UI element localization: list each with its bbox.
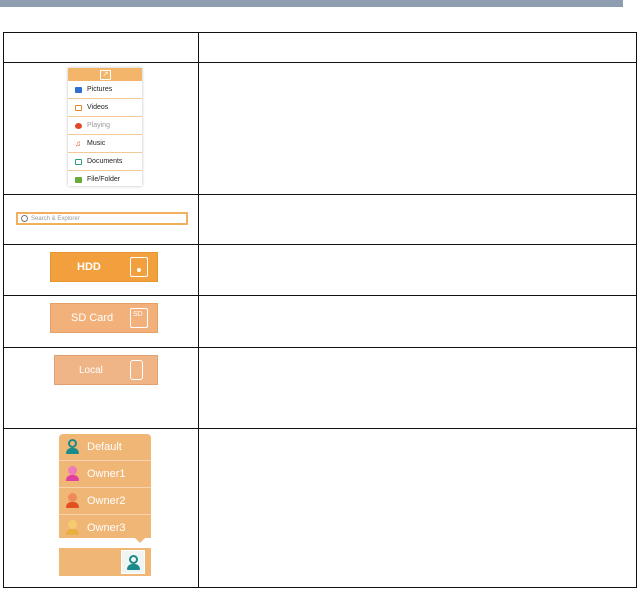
local-button[interactable]: Local (54, 355, 158, 385)
menu-item-documents[interactable]: Documents (68, 153, 142, 171)
profile-item-default[interactable]: Default (59, 434, 151, 461)
menu-item-label: File/Folder (87, 176, 121, 183)
playing-icon (75, 122, 82, 129)
profile-label: Owner1 (87, 468, 126, 480)
table-row: Default Owner1 Owner2 Owner3 (3, 428, 637, 588)
search-input[interactable]: Search & Explorer (16, 212, 188, 225)
description-cell (197, 295, 637, 348)
category-menu: ↗ Pictures Videos Playing ♫ Music Docume… (68, 68, 142, 186)
menu-item-label: Pictures (87, 86, 113, 93)
menu-header: ↗ (68, 68, 142, 81)
description-cell (197, 428, 637, 588)
menu-item-videos[interactable]: Videos (68, 99, 142, 117)
share-icon[interactable]: ↗ (100, 70, 111, 80)
menu-item-music[interactable]: ♫ Music (68, 135, 142, 153)
videos-icon (75, 104, 82, 111)
sd-card-button[interactable]: SD Card SD (50, 303, 158, 333)
current-profile-button[interactable] (121, 550, 145, 574)
menu-item-file-folder[interactable]: File/Folder (68, 171, 142, 188)
avatar-icon (66, 493, 79, 509)
local-label: Local (79, 364, 103, 376)
table-header-row (3, 32, 637, 63)
header-cell-icon (3, 32, 199, 63)
profile-list: Default Owner1 Owner2 Owner3 (59, 434, 151, 538)
popover-pointer (135, 538, 145, 543)
menu-item-pictures[interactable]: Pictures (68, 81, 142, 99)
profile-switch-bar (59, 548, 151, 576)
avatar-icon (66, 439, 79, 455)
profile-label: Default (87, 441, 122, 453)
menu-item-label: Documents (87, 158, 123, 165)
profile-item-owner1[interactable]: Owner1 (59, 461, 151, 488)
hdd-drive-icon (130, 257, 148, 277)
table-row: HDD (3, 244, 637, 296)
phone-icon (130, 360, 143, 380)
description-cell (197, 62, 637, 195)
search-placeholder: Search & Explorer (31, 215, 80, 222)
avatar-icon (66, 466, 79, 482)
table-row: ↗ Pictures Videos Playing ♫ Music Docume… (3, 62, 637, 195)
documents-icon (75, 158, 82, 165)
search-icon (21, 215, 28, 222)
profile-item-owner2[interactable]: Owner2 (59, 488, 151, 515)
menu-item-playing[interactable]: Playing (68, 117, 142, 135)
hdd-button[interactable]: HDD (50, 252, 158, 282)
description-cell (197, 194, 637, 245)
profile-label: Owner2 (87, 495, 126, 507)
avatar-icon (66, 520, 79, 536)
sd-card-label: SD Card (71, 312, 114, 324)
table-row: SD Card SD (3, 295, 637, 348)
avatar-icon (127, 555, 140, 571)
table-row: Local (3, 347, 637, 429)
menu-item-label: Music (87, 140, 106, 147)
table-row: Search & Explorer (3, 194, 637, 245)
menu-item-label: Playing (87, 122, 110, 129)
folder-icon (75, 176, 82, 183)
pictures-icon (75, 86, 82, 93)
icon-reference-table: ↗ Pictures Videos Playing ♫ Music Docume… (3, 32, 637, 588)
music-icon: ♫ (75, 138, 81, 148)
top-rule (0, 0, 623, 7)
hdd-label: HDD (77, 261, 101, 273)
profile-label: Owner3 (87, 522, 126, 534)
sd-card-icon: SD (130, 308, 148, 328)
menu-item-label: Videos (87, 104, 109, 111)
header-cell-description (197, 32, 637, 63)
description-cell (197, 244, 637, 296)
description-cell (197, 347, 637, 429)
